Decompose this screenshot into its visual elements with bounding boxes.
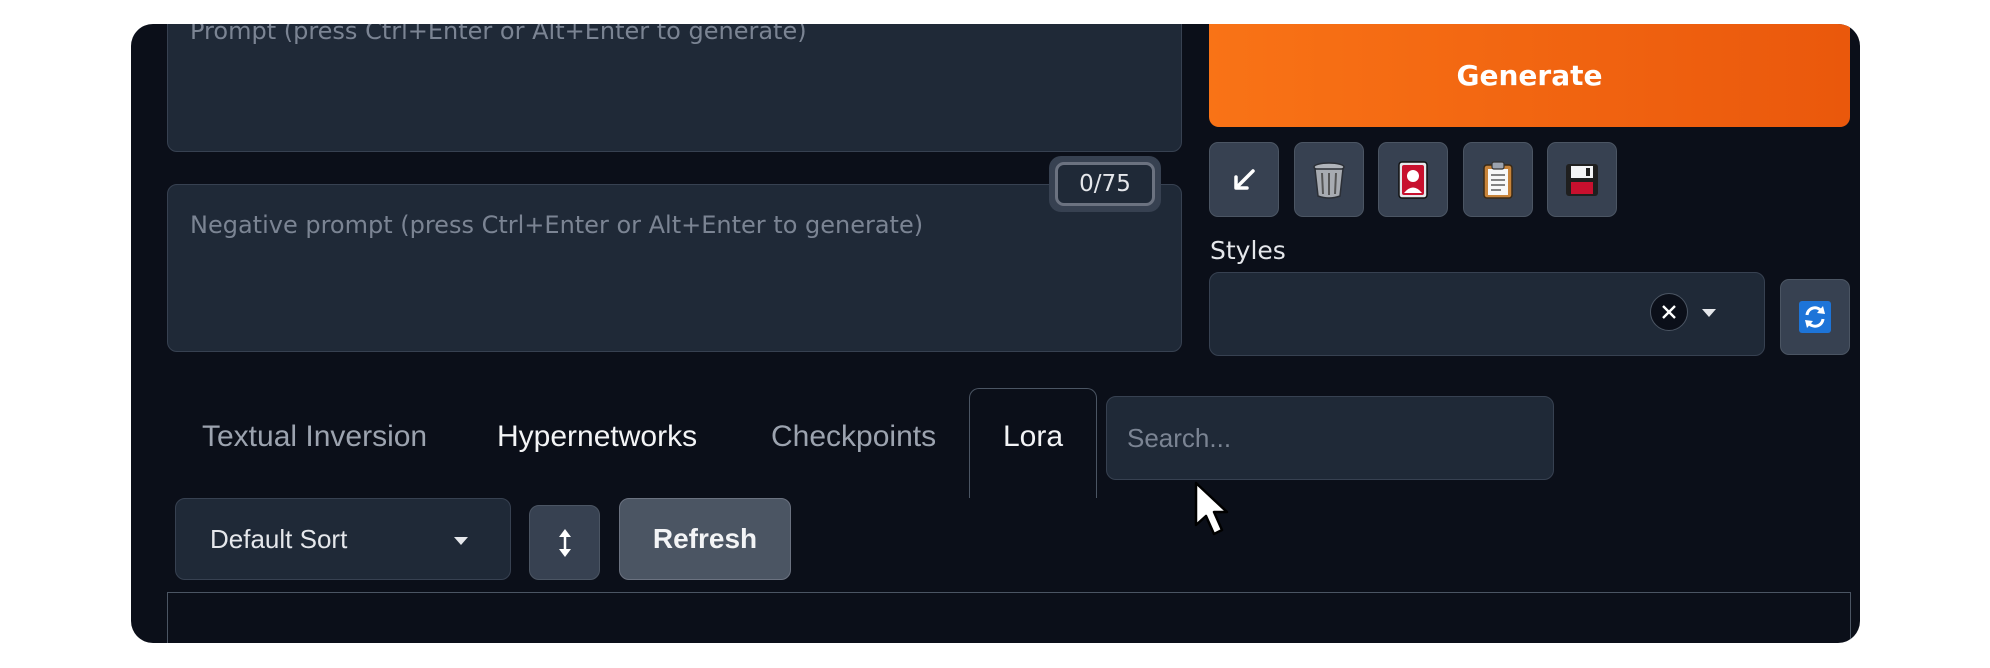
tab-lora[interactable]: Lora <box>1003 420 1063 454</box>
extra-networks-button[interactable] <box>1378 142 1448 217</box>
mouse-cursor-icon <box>1194 481 1229 536</box>
refresh-styles-button[interactable] <box>1780 279 1850 355</box>
image-card-icon <box>1398 160 1428 199</box>
styles-dropdown[interactable] <box>1209 272 1765 356</box>
styles-label: Styles <box>1210 236 1286 265</box>
tab-checkpoints[interactable]: Checkpoints <box>771 420 936 454</box>
negative-prompt-placeholder: Negative prompt (press Ctrl+Enter or Alt… <box>190 211 924 239</box>
sort-arrows-icon <box>558 528 571 557</box>
sort-direction-button[interactable] <box>529 505 600 580</box>
close-icon <box>1662 305 1676 319</box>
token-counter: 0/75 <box>1049 156 1161 212</box>
token-counter-text: 0/75 <box>1055 162 1155 206</box>
search-input[interactable]: Search... <box>1106 396 1554 480</box>
tab-textual-inversion[interactable]: Textual Inversion <box>202 420 427 454</box>
read-params-button[interactable] <box>1209 142 1279 217</box>
clipboard-icon <box>1483 160 1513 199</box>
clear-styles-button[interactable] <box>1650 293 1688 331</box>
read-params-icon <box>1234 168 1255 190</box>
prompt-textarea[interactable]: Prompt (press Ctrl+Enter or Alt+Enter to… <box>167 24 1182 152</box>
chevron-down-icon <box>454 537 468 545</box>
app-window: Prompt (press Ctrl+Enter or Alt+Enter to… <box>131 24 1860 643</box>
save-icon <box>1566 163 1598 196</box>
prompt-placeholder: Prompt (press Ctrl+Enter or Alt+Enter to… <box>190 24 807 45</box>
sort-dropdown[interactable]: Default Sort <box>175 498 511 580</box>
trash-icon <box>1313 161 1345 199</box>
extra-networks-cards-area <box>167 592 1851 643</box>
tab-hypernetworks[interactable]: Hypernetworks <box>497 420 697 454</box>
clear-prompt-button[interactable] <box>1294 142 1364 217</box>
chevron-down-icon <box>1702 309 1716 317</box>
save-style-button[interactable] <box>1547 142 1617 217</box>
refresh-button[interactable]: Refresh <box>619 498 791 580</box>
refresh-icon <box>1799 301 1831 333</box>
search-placeholder: Search... <box>1127 422 1232 453</box>
generate-button[interactable]: Generate <box>1209 24 1850 127</box>
negative-prompt-textarea[interactable]: Negative prompt (press Ctrl+Enter or Alt… <box>167 184 1182 352</box>
sort-selected: Default Sort <box>210 523 348 554</box>
paste-prompt-button[interactable] <box>1463 142 1533 217</box>
